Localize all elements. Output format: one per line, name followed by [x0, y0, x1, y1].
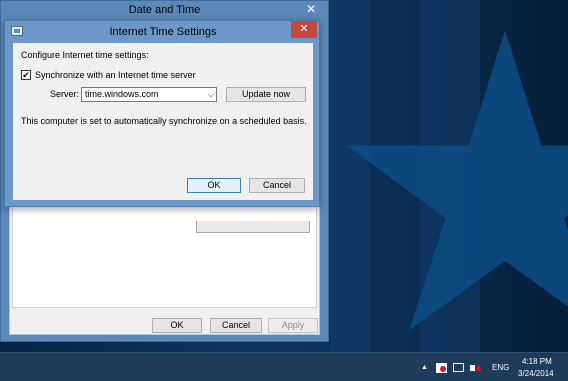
background-stripe — [330, 0, 370, 352]
date-and-time-ok-button[interactable]: OK — [152, 318, 202, 333]
taskbar: ▲ ENG 4:18 PM 3/24/2014 — [0, 352, 568, 381]
input-language-indicator[interactable]: ENG — [492, 363, 509, 373]
network-icon[interactable] — [453, 363, 464, 372]
server-combobox[interactable]: time.windows.com ⌵ — [81, 87, 217, 102]
sync-checkbox[interactable]: ✔ — [21, 70, 31, 80]
change-settings-button[interactable] — [196, 221, 310, 233]
action-center-flag-icon[interactable] — [436, 363, 447, 373]
internet-time-settings-dialog: Internet Time Settings ✕ Configure Inter… — [4, 20, 320, 207]
chevron-down-icon[interactable]: ⌵ — [208, 90, 214, 100]
configure-heading: Configure Internet time settings: — [21, 50, 149, 60]
date-and-time-close-button[interactable]: ✕ — [300, 1, 322, 17]
server-combobox-value[interactable]: time.windows.com — [85, 89, 159, 100]
show-hidden-icons-arrow[interactable]: ▲ — [421, 363, 428, 373]
volume-muted-icon[interactable] — [470, 363, 482, 373]
sync-status-text: This computer is set to automatically sy… — [21, 116, 307, 126]
internet-time-settings-title: Internet Time Settings — [109, 26, 217, 38]
date-and-time-apply-button[interactable]: Apply — [268, 318, 318, 333]
taskbar-clock-date[interactable]: 3/24/2014 — [518, 369, 554, 379]
date-and-time-cancel-button[interactable]: Cancel — [210, 318, 262, 333]
internet-time-close-button[interactable]: ✕ — [291, 21, 317, 38]
taskbar-clock-time[interactable]: 4:18 PM — [522, 357, 552, 367]
server-label: Server: — [50, 89, 80, 99]
internet-time-client-area: Configure Internet time settings: ✔ Sync… — [13, 43, 313, 200]
sync-checkbox-label[interactable]: Synchronize with an Internet time server — [35, 70, 196, 81]
date-and-time-titlebar[interactable]: Date and Time ✕ — [1, 1, 328, 21]
date-and-time-title: Date and Time — [128, 4, 201, 16]
update-now-button[interactable]: Update now — [226, 87, 306, 102]
internet-time-ok-button[interactable]: OK — [187, 178, 241, 193]
internet-time-cancel-button[interactable]: Cancel — [249, 178, 305, 193]
